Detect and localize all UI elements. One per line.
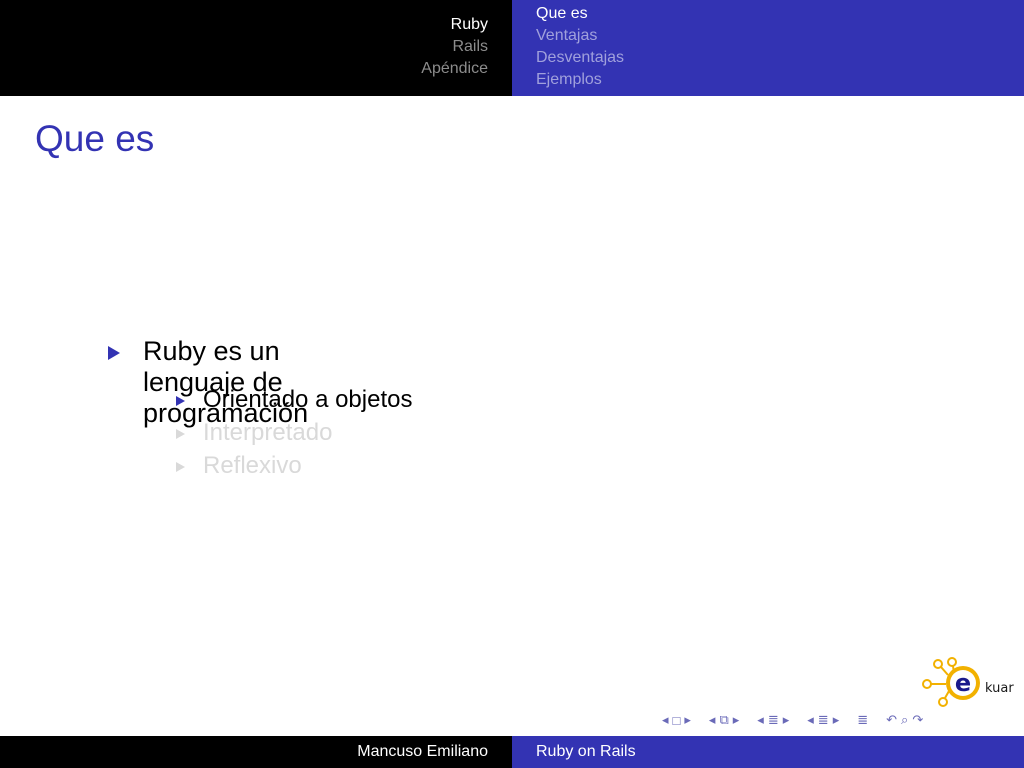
navigation-symbols: ◂ □ ▸ ◂ ⧉ ▸ ◂ ≣ ▸ ◂ ≣ ▸ ≣ ↶ ⌕ ↷	[662, 708, 923, 732]
bullet-triangle-icon	[108, 346, 120, 360]
section-link-apendice[interactable]: Apéndice	[421, 58, 488, 80]
nav-prev-frame-icon[interactable]: ◂	[662, 712, 669, 728]
header-subsections-panel: Que es Ventajas Desventajas Ejemplos	[512, 0, 1024, 96]
nav-prev-slide-icon[interactable]: ◂	[709, 712, 716, 728]
nav-frame-icon[interactable]: □	[673, 713, 681, 728]
section-link-rails[interactable]: Rails	[421, 36, 488, 58]
logo-text: kuar	[985, 681, 1014, 696]
frame-title: Que es	[35, 118, 155, 159]
sub-list-item-text: Orientado a objetos	[203, 386, 413, 413]
nav-prev-subsection-icon[interactable]: ◂	[757, 712, 764, 728]
nav-search-icon[interactable]: ⌕	[901, 712, 908, 728]
sub-list-item-text: Interpretado	[203, 419, 333, 446]
subsection-link-desventajas[interactable]: Desventajas	[536, 47, 624, 69]
bullet-triangle-icon	[176, 429, 185, 439]
nav-subsection-icon[interactable]: ≣	[768, 712, 779, 728]
sub-list-item-text: Reflexivo	[203, 452, 302, 479]
footer-title-panel: Ruby on Rails	[512, 736, 1024, 768]
nav-next-slide-icon[interactable]: ▸	[733, 712, 740, 728]
nav-prev-section-icon[interactable]: ◂	[807, 712, 814, 728]
ekuar-logo: e kuar	[918, 655, 1018, 709]
nav-redo-icon[interactable]: ↷	[912, 712, 923, 728]
footer-talk-title: Ruby on Rails	[536, 743, 636, 760]
bullet-triangle-icon	[176, 396, 185, 406]
subsection-link-que-es[interactable]: Que es	[536, 3, 624, 25]
nav-next-section-icon[interactable]: ▸	[833, 712, 840, 728]
subsection-navigation: Que es Ventajas Desventajas Ejemplos	[536, 3, 624, 91]
section-navigation: Ruby Rails Apéndice	[421, 14, 488, 80]
nav-slide-icon[interactable]: ⧉	[719, 712, 728, 728]
bullet-triangle-icon	[176, 462, 185, 472]
nav-next-subsection-icon[interactable]: ▸	[783, 712, 790, 728]
footer-author-panel: Mancuso Emiliano	[0, 736, 512, 768]
nav-section-icon[interactable]: ≣	[818, 712, 829, 728]
nav-next-frame-icon[interactable]: ▸	[684, 712, 691, 728]
subsection-link-ventajas[interactable]: Ventajas	[536, 25, 624, 47]
nav-undo-icon[interactable]: ↶	[886, 712, 897, 728]
nav-document-icon[interactable]: ≣	[857, 712, 868, 728]
subsection-link-ejemplos[interactable]: Ejemplos	[536, 69, 624, 91]
logo-letter: e	[955, 669, 971, 697]
list-item-text: Ruby es un lenguaje de programación	[143, 336, 309, 428]
section-link-ruby[interactable]: Ruby	[421, 14, 488, 36]
header-sections-panel: Ruby Rails Apéndice	[0, 0, 512, 96]
footer-author: Mancuso Emiliano	[357, 743, 488, 760]
